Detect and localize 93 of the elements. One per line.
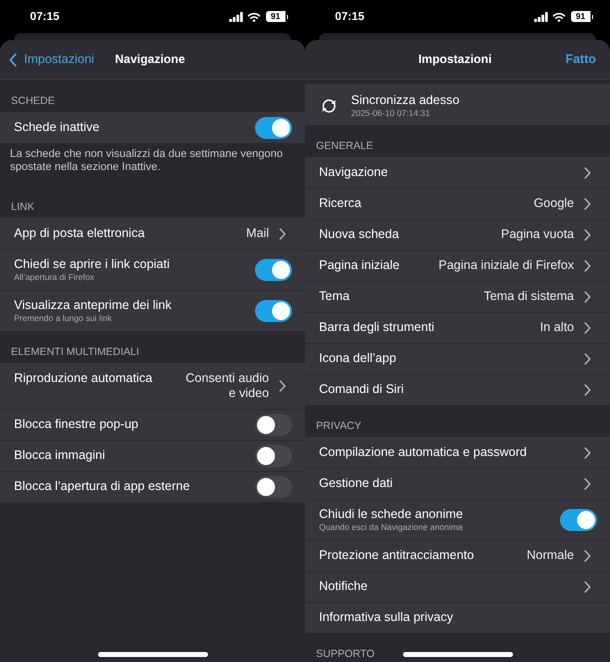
toggle-switch[interactable] [560, 508, 597, 530]
section-header: ELEMENTI MULTIMEDIALI [11, 346, 140, 358]
row-label: Visualizza anteprime dei link [14, 298, 172, 313]
row-label: Navigazione [319, 165, 388, 180]
chevron-right-icon [584, 290, 591, 302]
settings-row[interactable]: Informativa sulla privacy [305, 602, 610, 633]
row-label: Tema [319, 289, 350, 304]
settings-row[interactable]: Riproduzione automatica Consenti audio e video [0, 363, 305, 409]
signal-icon [534, 12, 548, 22]
row-label: Blocca l’apertura di app esterne [14, 479, 190, 494]
row-label: Ricerca [319, 196, 362, 211]
section-header: SCHEDE [11, 95, 55, 107]
row-value: Pagina vuota [501, 227, 574, 242]
chevron-right-icon [584, 198, 591, 210]
row-subtitle: Quando esci da Navigazione anonima [319, 522, 463, 532]
row-label: Chiudi le schede anonime [319, 507, 463, 522]
chevron-right-icon [279, 380, 286, 392]
row-value: Consenti audio e video [186, 371, 269, 401]
chevron-right-icon [584, 322, 591, 334]
chevron-right-icon [584, 260, 591, 272]
row-subtitle: Premendo a lungo sui link [14, 313, 112, 323]
row-label: Blocca immagini [14, 448, 106, 463]
row-value: Mail [246, 226, 269, 241]
row-label: Schede inattive [14, 120, 100, 135]
section-footer: La schede che non visualizzi da due settimane vengono spostate nella sezione Inattive. [10, 148, 295, 174]
row-label: Pagina iniziale [319, 258, 400, 273]
row-label: Comandi di Siri [319, 382, 404, 397]
settings-row[interactable]: Notifiche [305, 571, 610, 602]
done-button[interactable]: Fatto [565, 52, 596, 67]
settings-row[interactable]: Tema Tema di sistema [305, 281, 610, 312]
row-subtitle: All’apertura di Firefox [14, 272, 94, 282]
row-value: Google [534, 196, 574, 211]
chevron-right-icon [584, 166, 591, 178]
settings-row[interactable]: Icona dell’app [305, 343, 610, 374]
section-header: GENERALE [316, 140, 374, 152]
settings-row[interactable]: Compilazione automatica e password [305, 437, 610, 468]
toggle-switch[interactable] [255, 116, 292, 138]
back-button[interactable]: Impostazioni [9, 52, 94, 67]
settings-row[interactable]: Barra degli strumenti In alto [305, 312, 610, 343]
signal-icon [229, 12, 243, 22]
toggle-switch[interactable] [255, 258, 292, 280]
settings-row[interactable]: Nuova scheda Pagina vuota [305, 219, 610, 250]
battery-indicator: 91 [571, 11, 593, 22]
toggle-switch[interactable] [255, 444, 292, 466]
wifi-icon [552, 12, 566, 22]
navigation-title: Impostazioni [418, 52, 492, 67]
row-label: App di posta elettronica [14, 226, 145, 241]
settings-row[interactable]: Pagina iniziale Pagina iniziale di Firefox [305, 250, 610, 281]
row-label: Riproduzione automatica [14, 371, 152, 386]
row-label: Chiedi se aprire i link copiati [14, 257, 170, 272]
section-header: SUPPORTO [316, 648, 375, 660]
row-label: Compilazione automatica e password [319, 445, 527, 460]
toggle-switch[interactable] [255, 300, 292, 322]
section-header: LINK [11, 201, 34, 213]
settings-row[interactable]: Protezione antitracciamento Normale [305, 540, 610, 571]
sync-row[interactable]: Sincronizza adesso 2025-06-10 07:14:31 [305, 84, 610, 125]
status-time: 07:15 [335, 10, 364, 24]
battery-indicator: 91 [266, 11, 288, 22]
row-value: In alto [540, 320, 574, 335]
chevron-right-icon [584, 478, 591, 490]
row-label: Barra degli strumenti [319, 320, 434, 335]
row-label: Nuova scheda [319, 227, 399, 242]
settings-row[interactable]: Ricerca Google [305, 188, 610, 219]
chevron-left-icon [9, 52, 17, 66]
chevron-right-icon [584, 352, 591, 364]
row-label: Gestione dati [319, 476, 393, 491]
chevron-right-icon [584, 384, 591, 396]
sync-icon [321, 98, 337, 114]
row-value: Tema di sistema [484, 289, 574, 304]
toggle-switch[interactable] [255, 476, 292, 498]
row-label: Blocca finestre pop-up [14, 417, 138, 432]
row-value: Pagina iniziale di Firefox [438, 258, 574, 273]
section-header: PRIVACY [316, 420, 362, 432]
settings-row[interactable]: App di posta elettronica Mail [0, 218, 305, 249]
settings-row[interactable]: Navigazione [305, 157, 610, 188]
chevron-right-icon [584, 446, 591, 458]
chevron-right-icon [584, 580, 591, 592]
chevron-right-icon [584, 228, 591, 240]
chevron-right-icon [279, 228, 286, 240]
row-label: Sincronizza adesso [351, 93, 460, 108]
navigation-title: Navigazione [114, 52, 186, 67]
row-label: Protezione antitracciamento [319, 548, 474, 563]
chevron-right-icon [584, 550, 591, 562]
settings-row[interactable]: Comandi di Siri [305, 374, 610, 405]
status-time: 07:15 [30, 10, 60, 24]
settings-row[interactable]: Gestione dati [305, 468, 610, 499]
row-label: Informativa sulla privacy [319, 610, 454, 625]
row-label: Icona dell’app [319, 351, 396, 366]
row-value: Normale [526, 548, 574, 563]
row-subtitle: 2025-06-10 07:14:31 [351, 108, 430, 118]
toggle-switch[interactable] [255, 414, 292, 436]
wifi-icon [247, 12, 261, 22]
row-label: Notifiche [319, 579, 368, 594]
